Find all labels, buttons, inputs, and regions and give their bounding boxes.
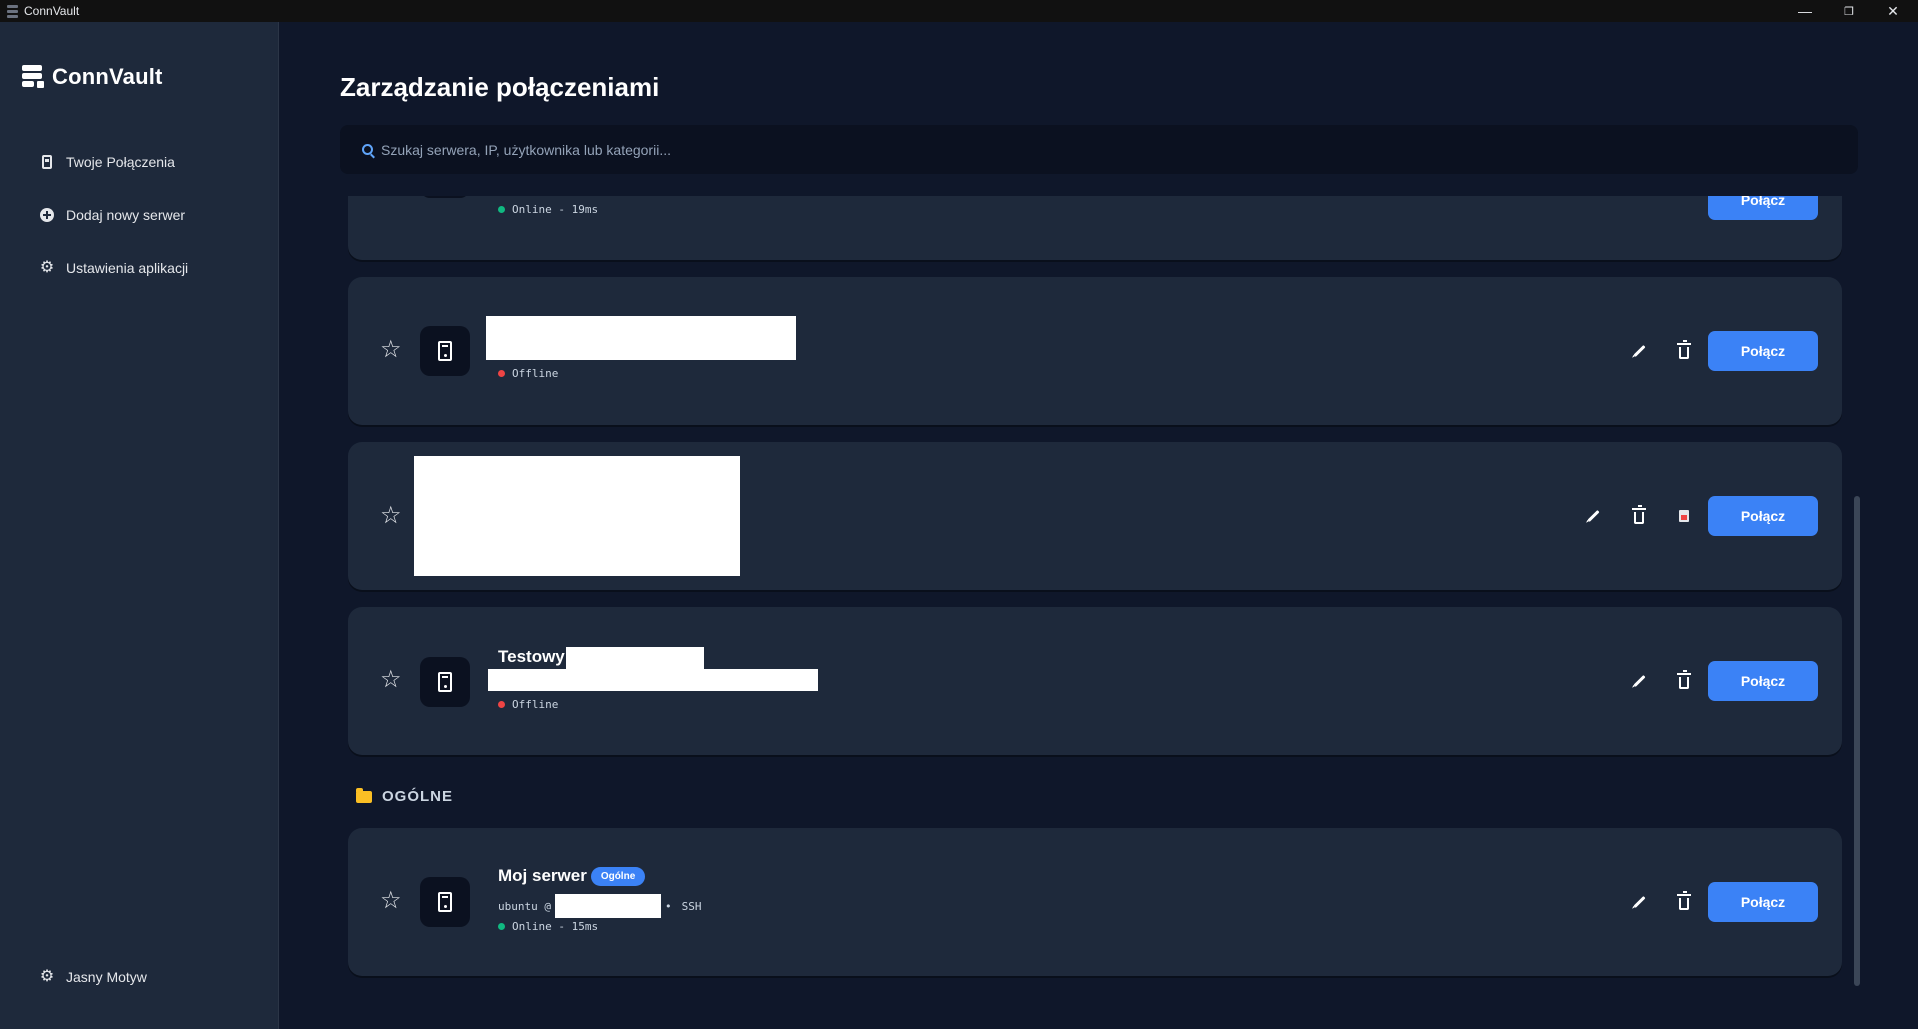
close-button[interactable]: ✕ bbox=[1870, 0, 1916, 22]
sidebar-item-add-server[interactable]: Dodaj nowy serwer bbox=[40, 207, 185, 223]
offline-status-dot bbox=[498, 370, 505, 377]
connect-button[interactable]: Połącz bbox=[1708, 661, 1818, 701]
edit-pencil-icon[interactable] bbox=[1627, 890, 1651, 914]
search-icon bbox=[362, 144, 373, 155]
theme-toggle-label: Jasny Motyw bbox=[66, 969, 147, 985]
delete-trash-icon[interactable] bbox=[1672, 890, 1696, 914]
server-status: Online - 15ms bbox=[498, 920, 598, 933]
redacted-server-details bbox=[414, 456, 740, 576]
sidebar: ConnVault Twoje Połączenia Dodaj nowy se… bbox=[0, 22, 279, 1029]
plus-circle-icon bbox=[40, 208, 54, 222]
redacted-server-details bbox=[486, 316, 796, 360]
restore-button[interactable]: ❐ bbox=[1826, 0, 1872, 22]
category-badge: Ogólne bbox=[590, 866, 646, 886]
window-titlebar: ConnVault — ❐ ✕ bbox=[0, 0, 1918, 22]
server-card: ☆ Połącz bbox=[348, 442, 1842, 590]
edit-pencil-icon[interactable] bbox=[1627, 669, 1651, 693]
sidebar-item-connections[interactable]: Twoje Połączenia bbox=[40, 154, 175, 170]
connect-button[interactable]: Połącz bbox=[1708, 882, 1818, 922]
server-name: Testowy bbox=[498, 647, 565, 666]
server-icon bbox=[420, 657, 470, 707]
server-icon bbox=[420, 326, 470, 376]
online-status-dot bbox=[498, 923, 505, 930]
search-input[interactable] bbox=[381, 141, 1781, 158]
server-status: Offline bbox=[498, 698, 558, 711]
offline-status-dot bbox=[498, 701, 505, 708]
server-card: ☆ Moj serwer Ogólne ubuntu @ • SSH Onlin… bbox=[348, 828, 1842, 976]
edit-pencil-icon[interactable] bbox=[1627, 339, 1651, 363]
server-icon bbox=[420, 196, 470, 198]
favorite-star-icon[interactable]: ☆ bbox=[380, 504, 402, 528]
delete-trash-icon[interactable] bbox=[1672, 669, 1696, 693]
document-icon[interactable] bbox=[1672, 504, 1696, 528]
server-icon bbox=[420, 877, 470, 927]
favorite-star-icon[interactable]: ☆ bbox=[380, 338, 402, 362]
server-list: Online - 19ms Połącz ☆ Offline Połącz ☆ … bbox=[340, 196, 1860, 1029]
brand-name: ConnVault bbox=[52, 64, 163, 89]
category-header: OGÓLNE bbox=[356, 787, 453, 805]
theme-toggle-button[interactable]: ⚙ Jasny Motyw bbox=[39, 968, 147, 986]
server-name: Moj serwer Ogólne bbox=[498, 866, 646, 886]
server-card: ☆ Testowy Offline Połącz bbox=[348, 607, 1842, 755]
connect-button[interactable]: Połącz bbox=[1708, 196, 1818, 220]
search-bar bbox=[340, 125, 1858, 174]
minimize-button[interactable]: — bbox=[1782, 0, 1828, 22]
folder-icon bbox=[356, 787, 372, 803]
window-title: ConnVault bbox=[24, 4, 80, 18]
connect-button[interactable]: Połącz bbox=[1708, 331, 1818, 371]
server-card: Online - 19ms Połącz bbox=[348, 196, 1842, 260]
sidebar-item-settings[interactable]: ⚙ Ustawienia aplikacji bbox=[39, 259, 189, 277]
favorite-star-icon[interactable]: ☆ bbox=[380, 889, 402, 913]
database-logo-icon bbox=[22, 64, 46, 90]
brand: ConnVault bbox=[22, 64, 163, 90]
server-icon bbox=[40, 155, 54, 169]
sidebar-item-label: Twoje Połączenia bbox=[66, 154, 175, 170]
connect-button[interactable]: Połącz bbox=[1708, 496, 1818, 536]
online-status-dot bbox=[498, 206, 505, 213]
favorite-star-icon[interactable]: ☆ bbox=[380, 668, 402, 692]
sidebar-item-label: Ustawienia aplikacji bbox=[66, 260, 189, 276]
server-status: Online - 19ms bbox=[498, 203, 598, 216]
redacted-host bbox=[554, 894, 661, 918]
app-icon bbox=[6, 4, 20, 18]
list-scrollbar[interactable] bbox=[1854, 496, 1860, 986]
page-title: Zarządzanie połączeniami bbox=[340, 72, 660, 102]
redacted-badge bbox=[566, 647, 704, 669]
redacted-server-address bbox=[488, 669, 818, 691]
server-card: ☆ Offline Połącz bbox=[348, 277, 1842, 425]
server-connection-info: ubuntu @ • SSH bbox=[498, 894, 701, 918]
gear-icon: ⚙ bbox=[39, 259, 55, 276]
sidebar-item-label: Dodaj nowy serwer bbox=[66, 207, 186, 223]
edit-pencil-icon[interactable] bbox=[1581, 504, 1605, 528]
delete-trash-icon[interactable] bbox=[1672, 339, 1696, 363]
server-status: Offline bbox=[498, 367, 558, 380]
delete-trash-icon[interactable] bbox=[1627, 504, 1651, 528]
gear-icon: ⚙ bbox=[39, 968, 55, 985]
